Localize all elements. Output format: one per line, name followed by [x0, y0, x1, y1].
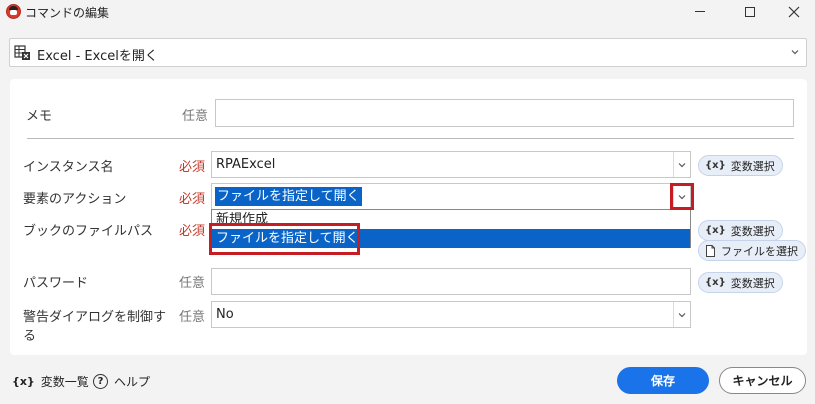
minimize-button[interactable] [677, 0, 723, 23]
chevron-down-icon [678, 312, 686, 317]
password-label: パスワード [23, 276, 89, 291]
close-button[interactable] [771, 0, 815, 23]
variables-icon: {x} [12, 375, 35, 388]
save-button[interactable]: 保存 [617, 367, 709, 394]
memo-label: メモ [26, 109, 53, 124]
dropdown-option-open-file[interactable]: ファイルを指定して開く [212, 229, 690, 248]
maximize-button[interactable] [727, 0, 773, 23]
dialog-select-value: No [216, 307, 234, 322]
app-logo-icon [6, 4, 21, 19]
maximize-icon [745, 6, 755, 17]
variables-list-label: 変数一覧 [40, 375, 89, 389]
dialog-optional-tag: 任意 [179, 310, 206, 325]
minimize-icon [695, 11, 705, 12]
command-select[interactable]: Excel - Excelを開く [9, 38, 807, 67]
password-variable-button[interactable]: {x} 変数選択 [698, 272, 783, 293]
variable-icon: {x} [705, 277, 726, 288]
help-link[interactable]: ? ヘルプ [93, 373, 150, 390]
close-icon [788, 6, 800, 17]
action-select-value: ファイルを指定して開く [215, 187, 362, 206]
action-label: 要素のアクション [23, 192, 127, 207]
chevron-down-icon [678, 162, 686, 167]
file-icon [706, 244, 715, 257]
instance-dropdown-button[interactable] [673, 152, 690, 177]
action-select[interactable]: ファイルを指定して開く [211, 183, 691, 210]
divider [27, 138, 794, 139]
dialog-label-line1: 警告ダイアログを制御す [23, 310, 167, 325]
instance-variable-button-label: 変数選択 [730, 159, 775, 173]
filepath-variable-button-label: 変数選択 [730, 224, 775, 238]
password-variable-button-label: 変数選択 [730, 276, 775, 290]
cancel-button[interactable]: キャンセル [719, 367, 806, 394]
action-required-tag: 必須 [179, 192, 206, 207]
dialog-dropdown-button[interactable] [673, 302, 690, 327]
password-optional-tag: 任意 [179, 276, 206, 291]
action-dropdown-button[interactable] [673, 184, 690, 209]
title-bar: コマンドの編集 [0, 0, 815, 23]
variable-icon: {x} [705, 160, 726, 171]
variables-list-link[interactable]: {x} 変数一覧 [12, 373, 89, 390]
chevron-down-icon [678, 194, 686, 199]
help-label: ヘルプ [114, 375, 151, 389]
filepath-variable-button[interactable]: {x} 変数選択 [698, 220, 783, 241]
dialog-select[interactable]: No [211, 301, 691, 328]
instance-select[interactable]: RPAExcel [211, 151, 691, 178]
help-icon: ? [93, 374, 108, 389]
variable-icon: {x} [705, 225, 726, 236]
instance-select-value: RPAExcel [216, 157, 276, 172]
file-select-button[interactable]: ファイルを選択 [698, 240, 806, 261]
instance-required-tag: 必須 [179, 160, 206, 175]
password-input[interactable] [211, 268, 691, 295]
chevron-down-icon [791, 50, 799, 55]
instance-label: インスタンス名 [23, 160, 114, 175]
memo-input[interactable] [215, 99, 794, 127]
instance-variable-button[interactable]: {x} 変数選択 [698, 155, 783, 176]
command-select-value: Excel - Excelを開く [37, 49, 158, 64]
action-dropdown-list: 新規作成 ファイルを指定して開く [211, 209, 691, 248]
filepath-required-tag: 必須 [179, 224, 206, 239]
excel-icon [14, 45, 30, 60]
filepath-label: ブックのファイルパス [23, 224, 154, 239]
window-title: コマンドの編集 [25, 6, 110, 20]
dropdown-option-new[interactable]: 新規作成 [212, 210, 690, 229]
dialog-label-line2: る [23, 329, 37, 344]
memo-optional-tag: 任意 [182, 109, 209, 124]
file-select-button-label: ファイルを選択 [721, 244, 798, 258]
